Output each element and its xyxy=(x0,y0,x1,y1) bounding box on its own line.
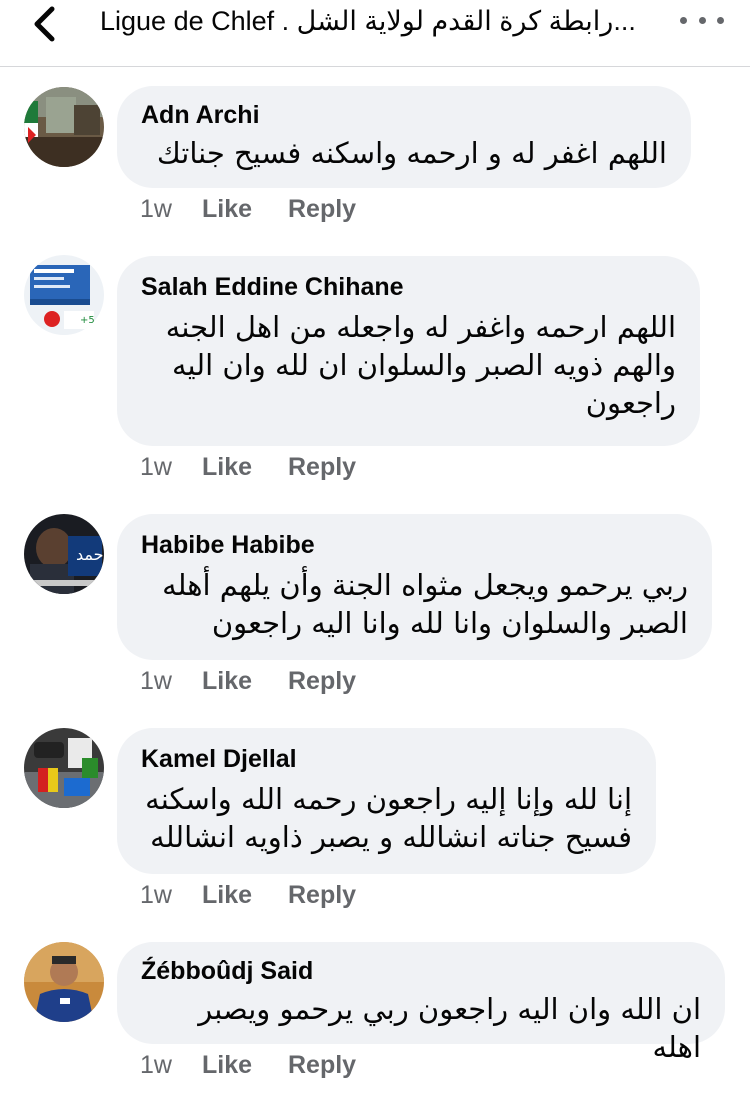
comment-text: ربي يرحمو ويجعل مثواه الجنة وأن يلهم أهل… xyxy=(162,568,688,640)
comment-text: اللهم ارحمه واغفر له واجعله من اهل الجنه… xyxy=(165,310,676,420)
comment-bubble[interactable]: Źébboûdj Said ان الله وان اليه راجعون رب… xyxy=(117,942,725,1064)
comment-author[interactable]: Adn Archi xyxy=(141,100,667,130)
reply-button[interactable]: Reply xyxy=(288,880,356,910)
comment-actions: 1w Like Reply xyxy=(140,880,356,910)
comment-bubble[interactable]: Salah Eddine Chihane اللهم ارحمه واغفر ل… xyxy=(117,256,700,446)
comment-author[interactable]: Salah Eddine Chihane xyxy=(141,272,676,302)
avatar-image: احمد xyxy=(24,514,104,594)
like-button[interactable]: Like xyxy=(202,194,288,224)
like-button[interactable]: Like xyxy=(202,666,288,696)
like-button[interactable]: Like xyxy=(202,1050,288,1080)
back-button[interactable] xyxy=(24,4,64,44)
reply-button[interactable]: Reply xyxy=(288,452,356,482)
comment-time: 1w xyxy=(140,667,172,695)
avatar[interactable]: احمد xyxy=(24,514,104,594)
top-bar: Ligue de Chlef . رابطة كرة القدم لولاية … xyxy=(0,0,750,67)
like-button[interactable]: Like xyxy=(202,452,288,482)
comment-actions: 1w Like Reply xyxy=(140,194,356,224)
reply-button[interactable]: Reply xyxy=(288,666,356,696)
more-horizontal-icon xyxy=(680,16,687,24)
avatar-image xyxy=(24,87,104,167)
avatar-image: +5 xyxy=(24,255,104,335)
comment-bubble[interactable]: Kamel Djellal إنا لله وإنا إليه راجعون ر… xyxy=(117,728,656,874)
avatar[interactable]: +5 xyxy=(24,255,104,335)
svg-text:+5: +5 xyxy=(80,315,95,326)
like-button[interactable]: Like xyxy=(202,880,288,910)
reply-button[interactable]: Reply xyxy=(288,194,356,224)
comment-author[interactable]: Kamel Djellal xyxy=(141,744,632,774)
avatar-image xyxy=(24,728,104,808)
comment-time: 1w xyxy=(140,1051,172,1079)
reply-button[interactable]: Reply xyxy=(288,1050,356,1080)
more-button[interactable] xyxy=(680,8,724,32)
comment-time: 1w xyxy=(140,453,172,481)
comment-actions: 1w Like Reply xyxy=(140,666,356,696)
svg-text:احمد: احمد xyxy=(76,545,104,564)
avatar[interactable] xyxy=(24,87,104,167)
comment-text: إنا لله وإنا إليه راجعون رحمه الله واسكن… xyxy=(145,782,632,854)
page-title: Ligue de Chlef . رابطة كرة القدم لولاية … xyxy=(100,6,636,36)
comment-time: 1w xyxy=(140,881,172,909)
chevron-left-icon xyxy=(34,6,55,42)
comment-actions: 1w Like Reply xyxy=(140,1050,356,1080)
comment-text: اللهم اغفر له و ارحمه واسكنه فسيح جناتك xyxy=(156,136,667,170)
comment-author[interactable]: Habibe Habibe xyxy=(141,530,688,560)
comment-bubble[interactable]: Adn Archi اللهم اغفر له و ارحمه واسكنه ف… xyxy=(117,86,691,188)
comment-actions: 1w Like Reply xyxy=(140,452,356,482)
comment-time: 1w xyxy=(140,195,172,223)
comment-bubble[interactable]: Habibe Habibe ربي يرحمو ويجعل مثواه الجن… xyxy=(117,514,712,660)
avatar-image xyxy=(24,942,104,1022)
avatar[interactable] xyxy=(24,728,104,808)
avatar[interactable] xyxy=(24,942,104,1022)
comment-author[interactable]: Źébboûdj Said xyxy=(141,956,701,986)
